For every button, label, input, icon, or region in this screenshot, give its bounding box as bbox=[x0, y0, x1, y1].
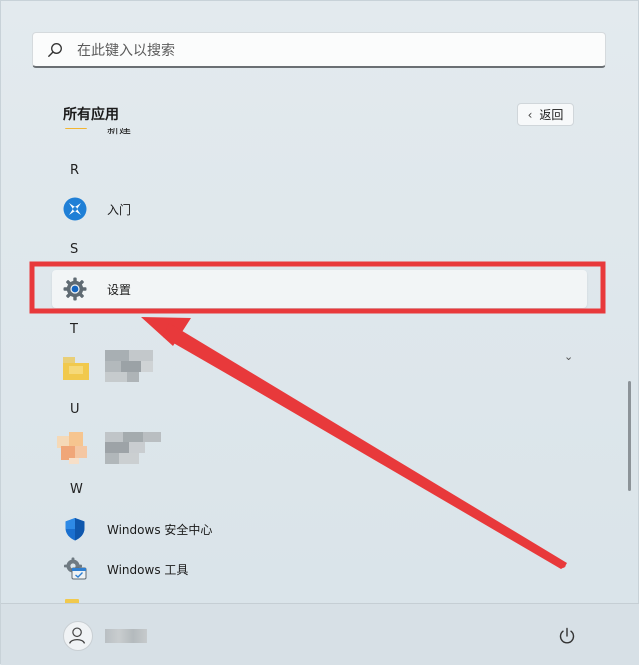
back-button[interactable]: ‹ 返回 bbox=[517, 103, 574, 126]
app-label: 设置 bbox=[107, 283, 132, 297]
app-label: Windows 安全中心 bbox=[107, 523, 213, 537]
search-box[interactable] bbox=[32, 32, 606, 68]
start-footer bbox=[1, 603, 639, 665]
partial-app-row[interactable]: 新建 bbox=[53, 128, 586, 142]
section-letter-r[interactable]: R bbox=[70, 163, 79, 178]
app-item-get-started[interactable]: 入门 bbox=[53, 191, 586, 227]
section-letter-w[interactable]: W bbox=[70, 482, 83, 497]
user-avatar[interactable] bbox=[63, 621, 93, 651]
power-icon[interactable] bbox=[557, 626, 577, 646]
windows-tools-icon bbox=[64, 557, 87, 580]
settings-gear-icon bbox=[63, 277, 87, 301]
user-name-redacted[interactable] bbox=[105, 629, 147, 643]
app-label-redacted bbox=[105, 432, 161, 464]
app-label-redacted bbox=[105, 350, 153, 382]
folder-icon bbox=[63, 354, 89, 380]
user-icon bbox=[69, 627, 86, 644]
chevron-down-icon[interactable]: ⌄ bbox=[564, 350, 573, 363]
back-button-label: 返回 bbox=[539, 108, 564, 122]
app-item-settings[interactable]: 设置 bbox=[52, 270, 587, 308]
app-item-u[interactable] bbox=[53, 430, 586, 466]
app-item-windows-tools[interactable]: Windows 工具 bbox=[53, 551, 586, 587]
app-label: 入门 bbox=[107, 203, 132, 217]
app-item-windows-security[interactable]: Windows 安全中心 bbox=[53, 511, 586, 547]
shield-icon bbox=[65, 518, 85, 541]
start-menu-panel: 所有应用 ‹ 返回 新建 R 入门 S bbox=[0, 0, 639, 665]
section-letter-s[interactable]: S bbox=[70, 242, 78, 257]
app-list[interactable]: 新建 R 入门 S 设置 T ⌄ U W Windows 安全中心 Window… bbox=[1, 128, 639, 603]
section-letter-u[interactable]: U bbox=[70, 402, 80, 417]
app-label: 新建 bbox=[107, 128, 132, 136]
get-started-icon bbox=[63, 197, 87, 221]
app-icon bbox=[65, 128, 87, 129]
app-icon bbox=[57, 432, 91, 466]
section-letter-t[interactable]: T bbox=[70, 322, 78, 337]
chevron-left-icon: ‹ bbox=[527, 107, 533, 122]
scrollbar-thumb[interactable] bbox=[628, 381, 631, 491]
search-input[interactable] bbox=[75, 38, 579, 64]
search-icon bbox=[48, 43, 62, 57]
app-item-folder[interactable] bbox=[53, 350, 586, 386]
app-label: Windows 工具 bbox=[107, 563, 189, 577]
all-apps-title: 所有应用 bbox=[63, 107, 119, 123]
